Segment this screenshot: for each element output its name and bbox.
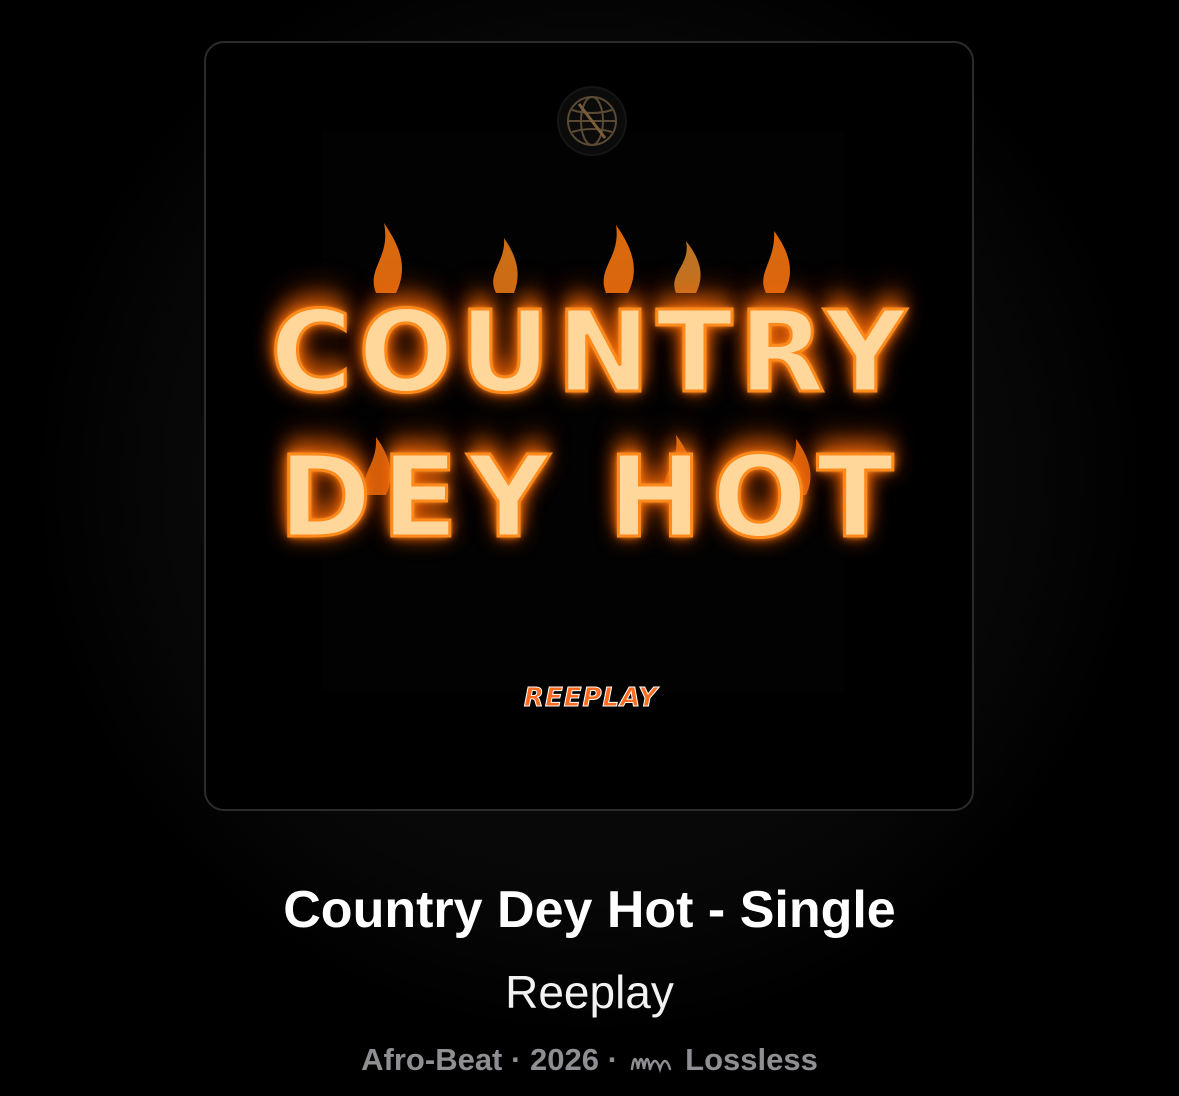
- cover-title-line-2: DEY HOT: [277, 433, 904, 563]
- album-page: COUNTRY DEY HOT REEPLAY Country Dey Hot …: [0, 0, 1179, 1096]
- separator: ·: [607, 1041, 618, 1077]
- cover-title-line-1: COUNTRY: [269, 288, 912, 418]
- separator: ·: [511, 1041, 522, 1077]
- lossless-label[interactable]: Lossless: [685, 1042, 818, 1077]
- album-metadata: Afro-Beat · 2026 · Lossless: [0, 1036, 1179, 1082]
- globe-icon: [559, 88, 625, 154]
- year-label: 2026: [529, 1041, 599, 1077]
- album-title: Country Dey Hot - Single: [283, 881, 896, 939]
- artist-link[interactable]: Reeplay: [0, 962, 1179, 1022]
- cover-artist-logo: REEPLAY: [523, 683, 659, 714]
- lossless-waveform-icon: [630, 1057, 671, 1073]
- album-artwork[interactable]: COUNTRY DEY HOT REEPLAY: [204, 41, 974, 811]
- genre-label[interactable]: Afro-Beat: [361, 1042, 502, 1077]
